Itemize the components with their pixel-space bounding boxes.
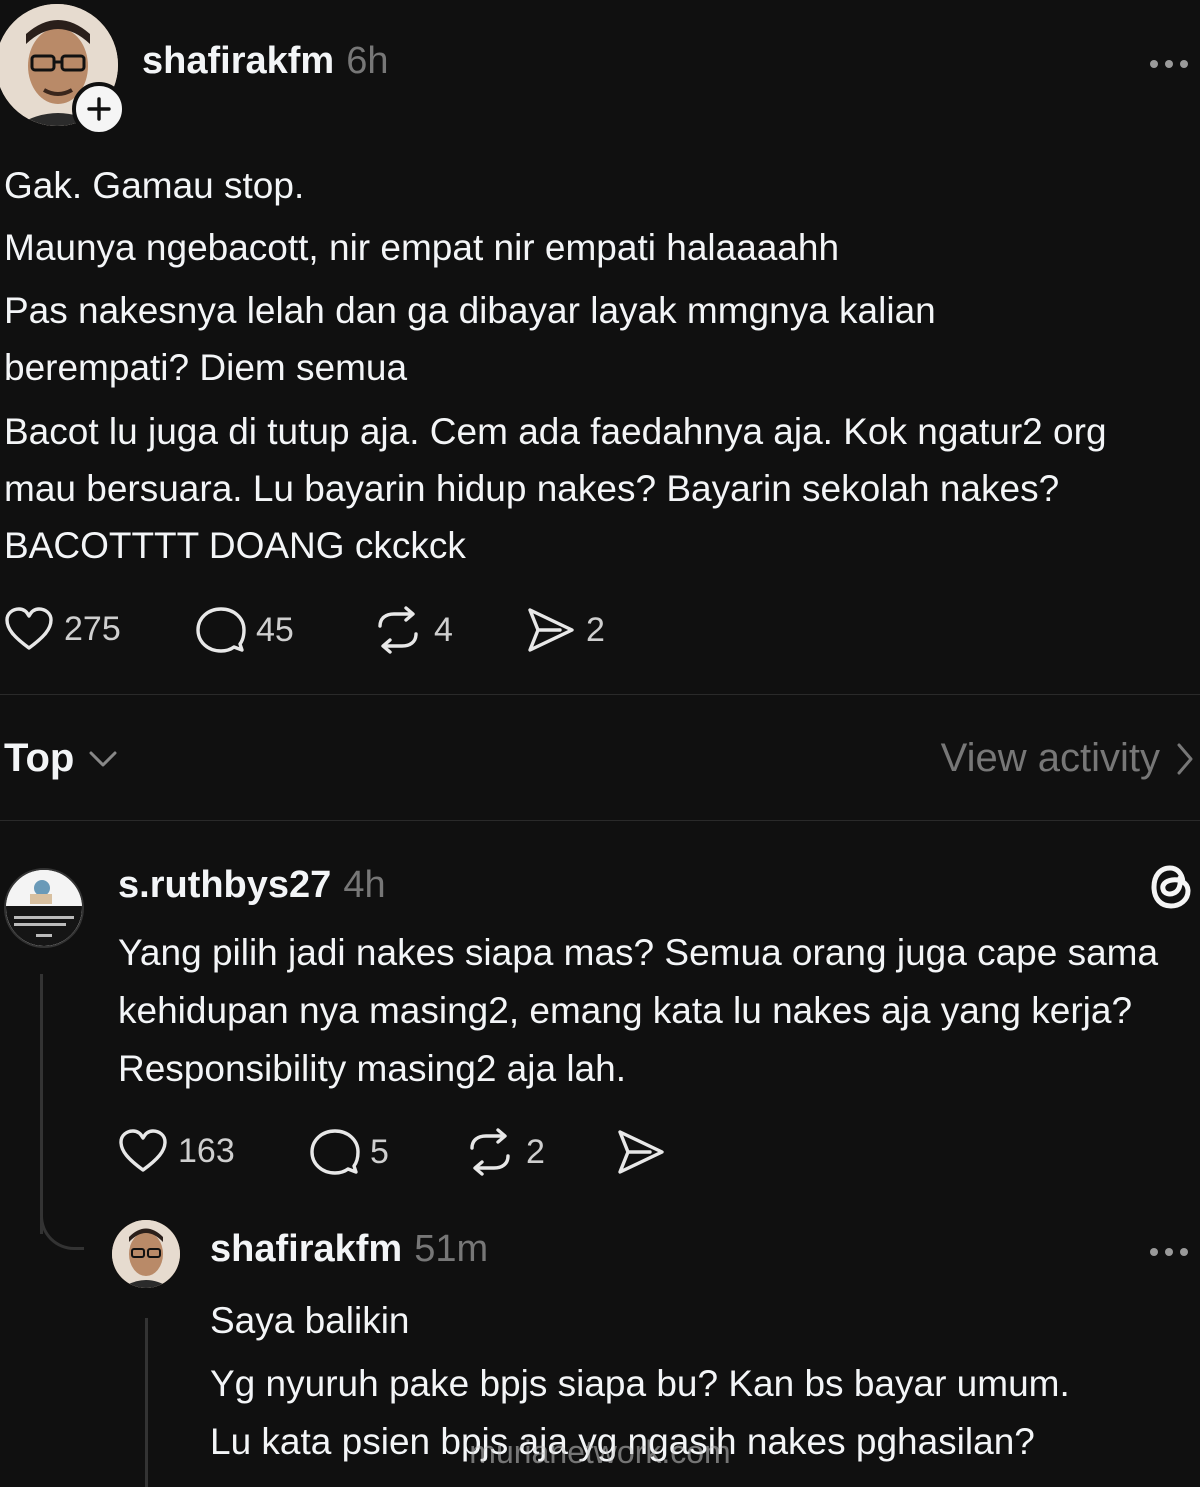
reply-count: 45: [256, 610, 294, 649]
share-button[interactable]: [616, 1128, 666, 1176]
nested-reply-time: 51m: [414, 1228, 489, 1270]
like-count: 163: [178, 1131, 235, 1170]
repost-icon: [378, 606, 418, 654]
reply-text: Yang pilih jadi nakes siapa mas? Semua o…: [118, 932, 1159, 1089]
comment-icon: [196, 607, 246, 653]
thread-line-curve: [40, 1190, 84, 1250]
divider: [0, 820, 1200, 821]
plus-icon: [87, 97, 111, 121]
post-time: 6h: [346, 40, 389, 82]
like-button[interactable]: 275: [4, 606, 121, 652]
reply-button[interactable]: 45: [196, 606, 294, 654]
chevron-down-icon: [89, 751, 117, 766]
repost-count: 4: [434, 610, 453, 649]
sort-dropdown[interactable]: Top: [4, 736, 118, 781]
repost-button[interactable]: 4: [372, 606, 453, 654]
post-line-3: Pas nakesnya lelah dan ga dibayar layak …: [4, 290, 936, 388]
heart-icon: [119, 1129, 167, 1172]
reply-username[interactable]: s.ruthbys27: [118, 864, 331, 907]
post-line-2: Maunya ngebacott, nir empat nir empati h…: [4, 227, 840, 268]
send-icon: [618, 1130, 664, 1174]
nested-reply-line-2: Yg nyuruh pake bpjs siapa bu? Kan bs bay…: [210, 1363, 1070, 1404]
divider: [0, 694, 1200, 695]
comment-icon: [310, 1129, 360, 1175]
more-options-icon[interactable]: [1150, 60, 1188, 68]
nested-reply-line-1: Saya balikin: [210, 1300, 410, 1341]
follow-button[interactable]: [72, 82, 126, 136]
post-line-1: Gak. Gamau stop.: [4, 165, 305, 206]
share-button[interactable]: 2: [526, 606, 605, 654]
chevron-right-icon: [1177, 743, 1193, 774]
post-line-4: Bacot lu juga di tutup aja. Cem ada faed…: [4, 411, 1107, 566]
heart-icon: [5, 607, 53, 650]
send-icon: [528, 608, 574, 652]
reply-count: 5: [370, 1132, 389, 1171]
nested-reply-username[interactable]: shafirakfm: [210, 1228, 402, 1271]
reply-time: 4h: [343, 864, 386, 906]
reply-button[interactable]: 5: [310, 1128, 389, 1176]
watermark: murianetwork.com: [469, 1434, 731, 1470]
repost-count: 2: [526, 1132, 545, 1171]
repost-icon: [470, 1128, 510, 1176]
sort-label: Top: [4, 736, 75, 780]
more-options-icon[interactable]: [1150, 1248, 1188, 1256]
view-activity-link[interactable]: View activity: [941, 736, 1194, 781]
like-button[interactable]: 163: [118, 1128, 235, 1174]
repost-button[interactable]: 2: [464, 1128, 545, 1176]
share-count: 2: [586, 610, 605, 649]
reply-avatar[interactable]: [4, 868, 84, 948]
threads-logo-icon[interactable]: [1146, 860, 1196, 919]
like-count: 275: [64, 609, 121, 648]
nested-reply-avatar[interactable]: [112, 1220, 180, 1288]
post-username[interactable]: shafirakfm: [142, 40, 334, 83]
view-activity-label: View activity: [940, 736, 1160, 780]
